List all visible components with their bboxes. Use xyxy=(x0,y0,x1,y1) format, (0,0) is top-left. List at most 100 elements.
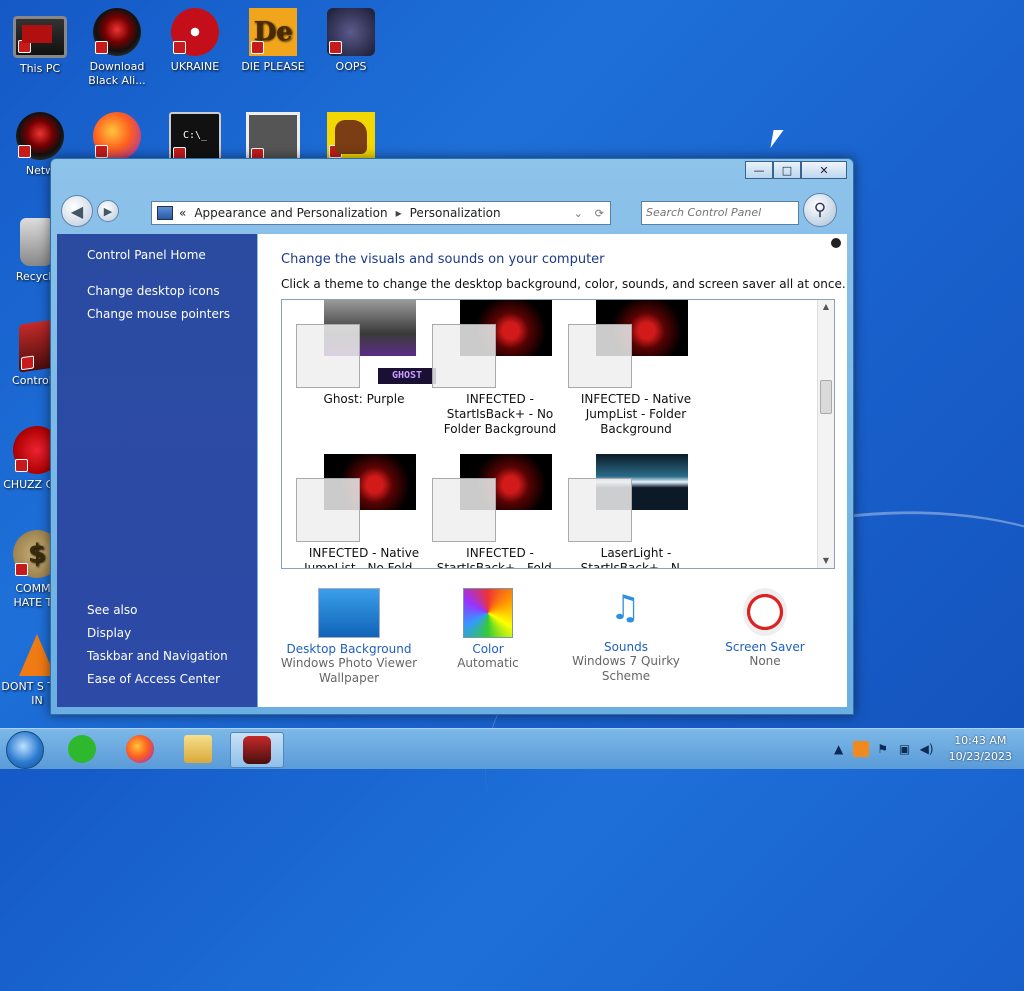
search-box[interactable] xyxy=(641,201,799,225)
scroll-thumb[interactable] xyxy=(820,380,832,414)
dropdown-icon[interactable]: ⌄ xyxy=(574,207,583,220)
page-title: Change the visuals and sounds on your co… xyxy=(281,252,605,267)
sidebar: Control Panel Home Change desktop icons … xyxy=(57,234,257,707)
terminal-icon: C:\_ xyxy=(169,112,221,164)
sidebar-link-ease-of-access[interactable]: Ease of Access Center xyxy=(87,672,220,686)
desktop-icon-dog[interactable] xyxy=(314,112,388,164)
scroll-up-icon[interactable]: ▲ xyxy=(818,300,834,314)
taskbar-app-notes[interactable] xyxy=(56,732,108,766)
arrow-right-icon: ▶ xyxy=(103,204,113,218)
desktop-icon-ukraine[interactable]: UKRAINE xyxy=(158,8,232,74)
desktop-icon-label: DIE PLEASE xyxy=(241,60,305,73)
recycle-bin-icon xyxy=(20,218,54,266)
theme-item[interactable]: LaserLight - StartIsBack+ - N... xyxy=(568,454,704,568)
clock-date: 10/23/2023 xyxy=(948,750,1012,763)
die-icon: De xyxy=(249,8,297,56)
theme-color-swatch xyxy=(432,478,496,542)
show-hidden-icons[interactable]: ▲ xyxy=(831,741,847,757)
app-tray-icon[interactable] xyxy=(852,741,869,757)
taskbar: ▲ ⚑ ▣ ◀) 10:43 AM 10/23/2023 xyxy=(0,728,1024,769)
sidebar-link-taskbar[interactable]: Taskbar and Navigation xyxy=(87,649,228,663)
desktop-icon-label: OOPS xyxy=(335,60,367,73)
color-palette-icon xyxy=(463,588,513,638)
desktop-background-link[interactable]: Desktop Background xyxy=(279,642,419,656)
forward-button[interactable]: ▶ xyxy=(97,200,119,222)
taskbar-app-explorer[interactable] xyxy=(172,732,224,766)
see-also-heading: See also xyxy=(87,603,138,617)
scroll-down-icon[interactable]: ▼ xyxy=(818,554,834,568)
theme-color-swatch xyxy=(568,478,632,542)
alien-head-icon xyxy=(831,238,841,248)
ghost-logo: GHOST xyxy=(378,368,436,384)
color-setting[interactable]: Color Automatic xyxy=(418,588,558,671)
sounds-icon xyxy=(602,588,650,636)
volume-icon[interactable]: ◀) xyxy=(919,741,935,757)
start-button[interactable] xyxy=(6,731,44,769)
control-panel-icon xyxy=(157,206,173,220)
desktop-background-value: Windows Photo Viewer Wallpaper xyxy=(280,656,418,685)
theme-item[interactable]: INFECTED - StartIsBack+ - No Folder Back… xyxy=(432,300,568,440)
breadcrumb-personalization[interactable]: Personalization xyxy=(410,206,501,220)
desktop-icon-this-pc[interactable]: This PC xyxy=(3,8,77,76)
oops-icon xyxy=(327,8,375,56)
address-bar[interactable]: « Appearance and Personalization ▸ Perso… xyxy=(151,201,611,225)
theme-name: INFECTED - Native JumpList - No Fold... xyxy=(304,546,424,569)
desktop-background-setting[interactable]: Desktop Background Windows Photo Viewer … xyxy=(279,588,419,686)
theme-name: INFECTED - StartIsBack+ - No Folder Back… xyxy=(443,392,557,436)
network-icon[interactable]: ▣ xyxy=(897,741,913,757)
theme-item[interactable]: INFECTED - Native JumpList - No Fold... xyxy=(296,454,432,569)
sounds-link[interactable]: Sounds xyxy=(556,640,696,654)
minimize-button[interactable]: — xyxy=(745,161,773,179)
desktop-icon-label: UKRAINE xyxy=(170,60,220,73)
sounds-setting[interactable]: Sounds Windows 7 Quirky Scheme xyxy=(556,588,696,684)
mouse-cursor-icon xyxy=(770,130,784,148)
taskbar-app-control-panel[interactable] xyxy=(230,732,284,768)
theme-color-swatch xyxy=(568,324,632,388)
clock[interactable]: 10:43 AM 10/23/2023 xyxy=(949,733,1012,765)
screen-saver-link[interactable]: Screen Saver xyxy=(695,640,835,654)
search-input[interactable] xyxy=(642,202,798,222)
sidebar-link-display[interactable]: Display xyxy=(87,626,131,640)
flag-icon[interactable]: ⚑ xyxy=(875,741,891,757)
sidebar-link-mouse-pointers[interactable]: Change mouse pointers xyxy=(87,307,230,321)
radiation-icon xyxy=(171,8,219,56)
search-icon: ⚲ xyxy=(813,200,827,220)
system-tray: ▲ ⚑ ▣ ◀) 10:43 AM 10/23/2023 xyxy=(831,729,1012,769)
breadcrumb-appearance[interactable]: Appearance and Personalization xyxy=(194,206,387,220)
theme-item[interactable]: INFECTED - StartIsBack+ - Fold... xyxy=(432,454,568,569)
maximize-button[interactable]: □ xyxy=(773,161,801,179)
theme-list: GHOST Ghost: Purple INFECTED - StartIsBa… xyxy=(281,299,835,569)
search-button[interactable]: ⚲ xyxy=(803,193,837,227)
theme-item[interactable]: GHOST Ghost: Purple xyxy=(296,300,436,440)
screen-saver-icon xyxy=(743,588,787,636)
network-icon xyxy=(16,112,64,160)
desktop-icon-die-please[interactable]: De DIE PLEASE xyxy=(236,8,310,74)
close-button[interactable]: ✕ xyxy=(801,161,847,179)
theme-color-swatch xyxy=(296,478,360,542)
clock-time: 10:43 AM xyxy=(954,734,1007,747)
computer-icon xyxy=(13,16,67,58)
refresh-icon[interactable]: ⟳ xyxy=(595,207,604,220)
desktop-icon-label: This PC xyxy=(19,62,61,75)
dog-icon xyxy=(327,112,375,160)
desktop-icon-firefox[interactable] xyxy=(80,112,154,164)
folder-icon xyxy=(184,735,212,763)
desktop-icon-download-black-alien[interactable]: Download Black Ali... xyxy=(80,8,154,88)
desktop-icon-oops[interactable]: OOPS xyxy=(314,8,388,74)
sidebar-link-control-panel-home[interactable]: Control Panel Home xyxy=(87,248,206,262)
theme-name: INFECTED - StartIsBack+ - Fold... xyxy=(436,546,564,569)
sidebar-link-desktop-icons[interactable]: Change desktop icons xyxy=(87,284,220,298)
main-content: Change the visuals and sounds on your co… xyxy=(258,234,847,707)
control-panel-icon xyxy=(243,736,271,764)
window-controls: — □ ✕ xyxy=(745,161,847,179)
taskbar-app-firefox[interactable] xyxy=(114,732,166,766)
back-button[interactable]: ◀ xyxy=(61,195,93,227)
address-prefix: « xyxy=(179,206,187,220)
breadcrumb-separator[interactable]: ▸ xyxy=(396,206,402,220)
theme-item[interactable]: INFECTED - Native JumpList - Folder Back… xyxy=(568,300,704,440)
color-link[interactable]: Color xyxy=(418,642,558,656)
screen-saver-setting[interactable]: Screen Saver None xyxy=(695,588,835,669)
theme-list-scrollbar[interactable]: ▲ ▼ xyxy=(817,300,834,568)
theme-name: INFECTED - Native JumpList - Folder Back… xyxy=(580,392,692,436)
theme-color-swatch xyxy=(432,324,496,388)
